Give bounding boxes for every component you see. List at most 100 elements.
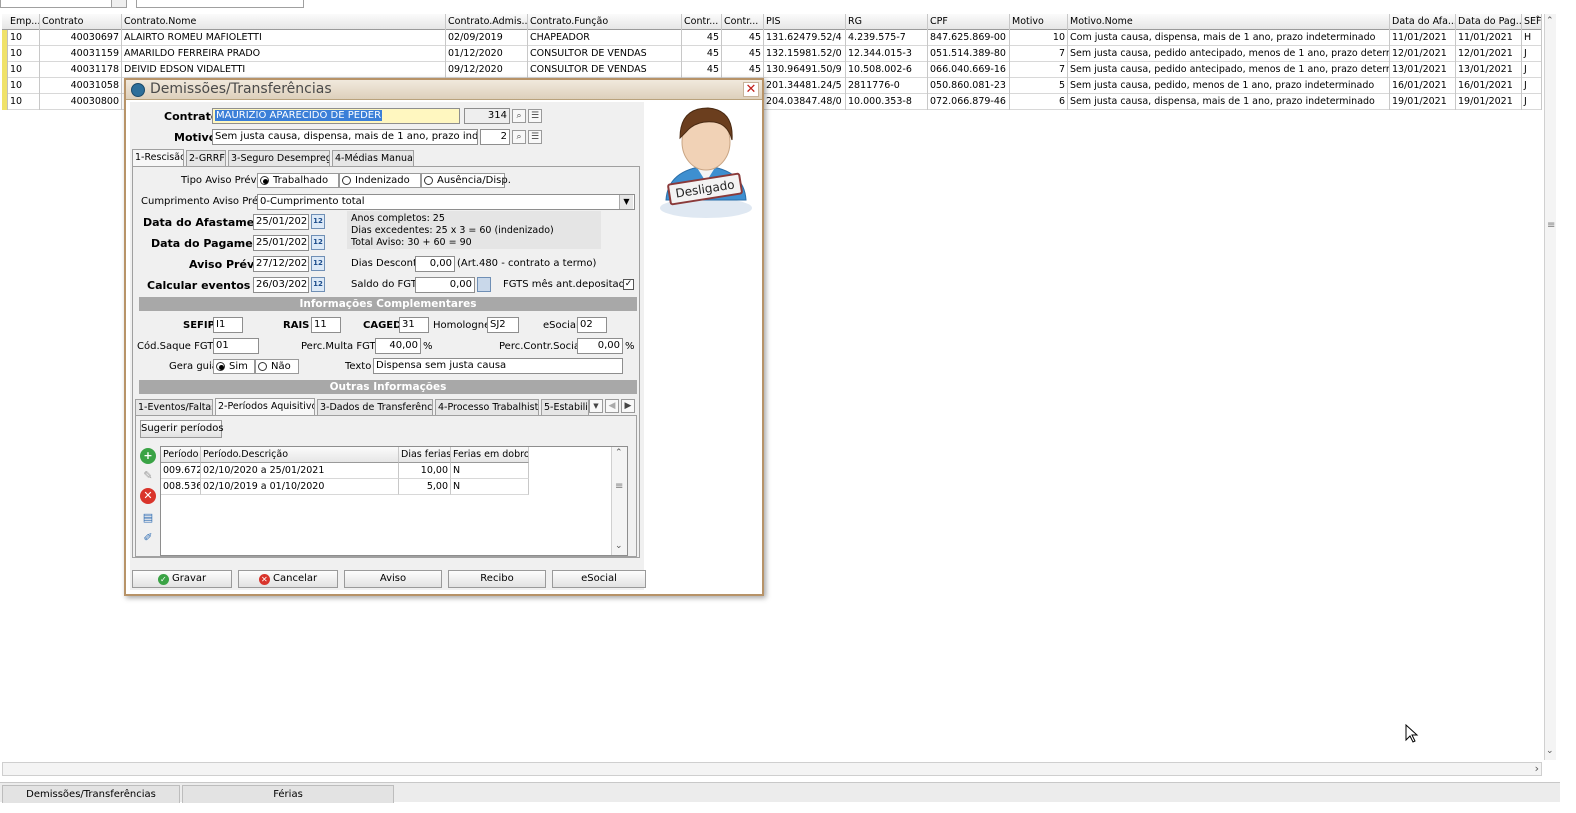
taskbar-item-demissoes[interactable]: Demissões/Transferências: [2, 785, 180, 803]
close-icon[interactable]: ✕: [743, 82, 759, 97]
sefip-field[interactable]: I1: [213, 317, 243, 333]
contrato-name-field[interactable]: MAURIZIO APARECIDO DE PEDER: [212, 108, 460, 124]
perc-contr-field[interactable]: 0,00: [577, 338, 623, 354]
grid-column-header[interactable]: Contr...: [722, 14, 764, 30]
top-filter-button[interactable]: [111, 0, 127, 8]
subtab-prev-icon[interactable]: ◀: [605, 399, 619, 413]
grid-column-header[interactable]: RG: [846, 14, 928, 30]
subtab-next-icon[interactable]: ▶: [621, 399, 635, 413]
scroll-right-icon[interactable]: ›: [1535, 762, 1539, 775]
delete-icon[interactable]: ✕: [140, 488, 156, 504]
tab-seguro-desemprego[interactable]: 3-Seguro Desemprego: [228, 150, 330, 166]
aviso-button[interactable]: Aviso: [344, 570, 442, 588]
cumprimento-select[interactable]: 0-Cumprimento total ▼: [257, 194, 635, 210]
add-icon[interactable]: +: [140, 448, 156, 464]
contrato-search-icon[interactable]: ⌕: [512, 109, 526, 123]
dialog-titlebar[interactable]: Demissões/Transferências ✕: [126, 80, 762, 100]
esocial-button[interactable]: eSocial: [552, 570, 646, 588]
gravar-button[interactable]: ✓ Gravar: [132, 570, 232, 588]
col-periodo[interactable]: Período: [161, 447, 201, 463]
periodos-row[interactable]: 008.536 02/10/2019 a 01/10/2020 5,00 N: [161, 479, 531, 495]
grid-column-header[interactable]: Motivo.Nome: [1068, 14, 1390, 30]
grid-row[interactable]: 10 40031178 DEIVID EDSON VIDALETTI 09/12/20…: [2, 62, 1542, 78]
recibo-button[interactable]: Recibo: [448, 570, 546, 588]
calendar-icon[interactable]: 12: [311, 214, 325, 229]
subtab-periodos-aquisitivos[interactable]: 2-Períodos Aquisitivos: [215, 398, 315, 415]
fgts-mes-checkbox[interactable]: ✓: [623, 279, 634, 290]
radio-gera-guia-sim[interactable]: Sim: [213, 359, 255, 374]
subtab-dados-transferencia[interactable]: 3-Dados de Transferência: [317, 399, 433, 415]
grid-vertical-scrollbar[interactable]: ⌃ ≡ ⌄: [1544, 14, 1556, 760]
calendar-icon[interactable]: 12: [311, 256, 325, 271]
aviso-previo-field[interactable]: 27/12/2020: [253, 256, 309, 272]
dias-desconto-field[interactable]: 0,00: [415, 256, 455, 272]
chevron-down-icon[interactable]: ▼: [619, 195, 633, 209]
homolognet-field[interactable]: SJ2: [487, 317, 519, 333]
motivo-name-field[interactable]: Sem justa causa, dispensa, mais de 1 ano…: [212, 129, 478, 145]
column-scroll-icon[interactable]: ⌃: [1534, 15, 1542, 25]
cod-saque-field[interactable]: 01: [213, 338, 259, 354]
saldo-fgts-field[interactable]: 0,00: [415, 277, 475, 293]
cancelar-button[interactable]: ✕ Cancelar: [238, 570, 338, 588]
rais-field[interactable]: 11: [311, 317, 341, 333]
grid-column-header[interactable]: Contrato: [40, 14, 122, 30]
texto-field[interactable]: Dispensa sem justa causa: [373, 358, 623, 374]
scroll-grip-icon[interactable]: ≡: [615, 481, 623, 492]
taskbar-item-ferias[interactable]: Férias: [182, 785, 394, 803]
grid-horizontal-scrollbar[interactable]: ›: [2, 762, 1542, 776]
radio-trabalhado[interactable]: Trabalhado: [257, 173, 339, 188]
grid-column-header[interactable]: CPF: [928, 14, 1010, 30]
scroll-down-icon[interactable]: ⌄: [1546, 746, 1554, 756]
grid-column-header[interactable]: Contrato.Nome: [122, 14, 446, 30]
grid-column-header[interactable]: Emp...: [8, 14, 40, 30]
top-filter-field-2[interactable]: [136, 0, 304, 8]
cancel-edit-icon[interactable]: ✐: [140, 530, 156, 546]
radio-indenizado[interactable]: Indenizado: [339, 173, 421, 188]
grid-column-header[interactable]: PIS: [764, 14, 846, 30]
sugerir-periodos-button[interactable]: Sugerir períodos: [140, 420, 224, 438]
calculator-icon[interactable]: [477, 277, 491, 292]
tab-medias-manuais[interactable]: 4-Médias Manuais: [332, 150, 414, 166]
radio-gera-guia-nao[interactable]: Não: [255, 359, 299, 374]
contrato-list-icon[interactable]: ☰: [528, 109, 542, 123]
perc-multa-field[interactable]: 40,00: [375, 338, 421, 354]
grid-column-header[interactable]: Contrato.Admis...: [446, 14, 528, 30]
radio-ausencia[interactable]: Ausência/Disp.: [421, 173, 511, 188]
scroll-up-icon[interactable]: ⌃: [615, 448, 623, 458]
calendar-icon[interactable]: 12: [311, 235, 325, 250]
caged-field[interactable]: 31: [399, 317, 429, 333]
tab-rescisao[interactable]: 1-Rescisão: [132, 149, 184, 166]
subtab-dropdown-icon[interactable]: ▼: [589, 399, 603, 413]
grid-column-header[interactable]: Contr...: [682, 14, 722, 30]
contrato-code-field[interactable]: 314: [464, 108, 510, 124]
calendar-icon[interactable]: 12: [311, 277, 325, 292]
periodos-scrollbar[interactable]: ⌃ ≡ ⌄: [611, 447, 627, 555]
motivo-list-icon[interactable]: ☰: [528, 130, 542, 144]
subtab-processo-trabalhista[interactable]: 4-Processo Trabalhista: [435, 399, 539, 415]
periodos-row[interactable]: 009.672 02/10/2020 a 25/01/2021 10,00 N: [161, 463, 531, 479]
subtab-eventos-faltas[interactable]: 1-Eventos/Faltas: [135, 399, 213, 415]
grid-row[interactable]: 10 40030697 ALAIRTO ROMEU MAFIOLETTI 02/09/…: [2, 30, 1542, 46]
grid-column-header[interactable]: Contrato.Função: [528, 14, 682, 30]
tab-grrf[interactable]: 2-GRRF: [186, 150, 226, 166]
grid-column-header[interactable]: Data do Afa...: [1390, 14, 1456, 30]
save-record-icon[interactable]: ▤: [140, 510, 156, 526]
data-pagamento-field[interactable]: 25/01/2021: [253, 235, 309, 251]
col-dias-ferias[interactable]: Dias ferias: [399, 447, 451, 463]
scroll-down-icon[interactable]: ⌄: [615, 541, 623, 551]
data-afastamento-field[interactable]: 25/01/2021: [253, 214, 309, 230]
scroll-grip-icon[interactable]: ≡: [1547, 220, 1555, 231]
col-periodo-descricao[interactable]: Período.Descrição: [201, 447, 399, 463]
edit-icon[interactable]: ✎: [140, 468, 156, 484]
subtab-estabilidade[interactable]: 5-Estabilid: [541, 399, 589, 415]
scroll-up-icon[interactable]: ⌃: [1546, 16, 1554, 26]
motivo-code-field[interactable]: 2: [480, 129, 510, 145]
top-filter-field-1[interactable]: [0, 0, 112, 8]
col-ferias-dobro[interactable]: Ferias em dobro: [451, 447, 529, 463]
grid-row[interactable]: 10 40031159 AMARILDO FERREIRA PRADO 01/12/2…: [2, 46, 1542, 62]
motivo-search-icon[interactable]: ⌕: [512, 130, 526, 144]
calcular-field[interactable]: 26/03/2021: [253, 277, 309, 293]
grid-column-header[interactable]: Motivo: [1010, 14, 1068, 30]
grid-column-header[interactable]: Data do Pag...: [1456, 14, 1522, 30]
esocial-field[interactable]: 02: [577, 317, 607, 333]
